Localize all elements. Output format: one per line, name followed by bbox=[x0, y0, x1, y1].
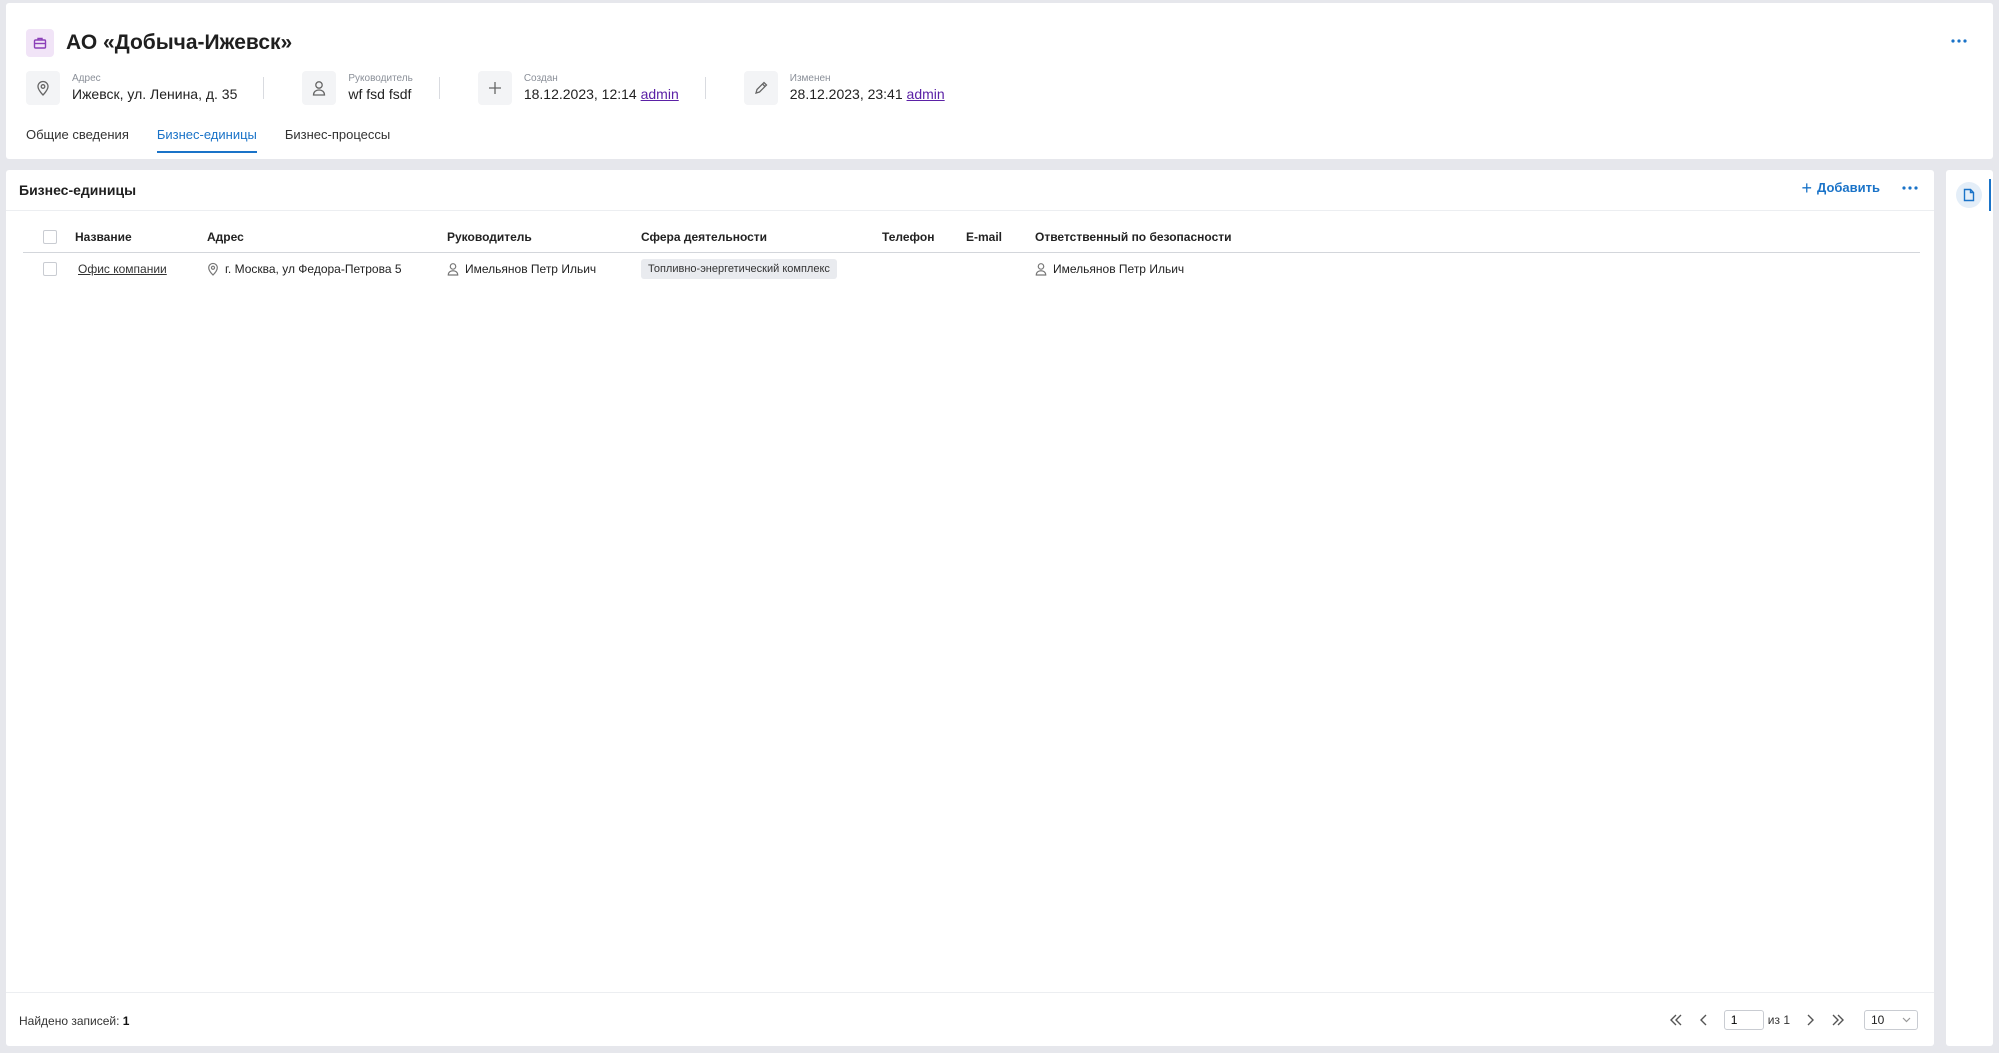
unit-manager: Имельянов Петр Ильич bbox=[465, 262, 597, 277]
select-all-cell bbox=[23, 222, 75, 253]
meta-divider bbox=[263, 77, 265, 99]
plus-icon: + bbox=[1801, 177, 1813, 198]
chevron-down-icon bbox=[1902, 1017, 1911, 1023]
user-icon bbox=[447, 263, 459, 276]
location-pin-icon bbox=[208, 263, 218, 277]
tab-business-units[interactable]: Бизнес-единицы bbox=[156, 127, 257, 153]
cell-name: Офис компании bbox=[75, 252, 207, 286]
tab-business-processes[interactable]: Бизнес-процессы bbox=[285, 127, 390, 153]
cell-sphere: Топливно-энергетический комплекс bbox=[641, 252, 882, 286]
unit-security-officer: Имельянов Петр Ильич bbox=[1053, 262, 1185, 277]
manager-value: wf fsd fsdf bbox=[348, 86, 412, 102]
sphere-tag: Топливно-энергетический комплекс bbox=[641, 259, 837, 280]
user-icon bbox=[1035, 263, 1047, 276]
created-date: 18.12.2023, 12:14 bbox=[523, 86, 637, 102]
page-of-label: из 1 bbox=[1767, 1013, 1790, 1027]
add-button-label: Добавить bbox=[1817, 180, 1880, 195]
first-page-icon[interactable] bbox=[1665, 1010, 1687, 1030]
modified-label: Изменен bbox=[789, 73, 831, 84]
page-size-select[interactable]: 10 bbox=[1864, 1010, 1918, 1030]
right-side-rail bbox=[1946, 170, 1993, 1046]
prev-page-icon[interactable] bbox=[1693, 1010, 1715, 1030]
business-units-panel: Бизнес-единицы + Добавить Название Адрес… bbox=[6, 170, 1934, 1046]
location-pin-icon bbox=[26, 71, 60, 105]
meta-divider bbox=[438, 77, 440, 99]
tab-general[interactable]: Общие сведения bbox=[26, 127, 129, 153]
column-header-name[interactable]: Название bbox=[75, 222, 207, 253]
modified-user-link[interactable]: admin bbox=[907, 86, 945, 102]
table-row[interactable]: Офис компании г. Москва, ул Федора-Петро… bbox=[23, 252, 1920, 286]
page-size-value: 10 bbox=[1871, 1013, 1885, 1027]
meta-created: Создан 18.12.2023, 12:14 admin bbox=[477, 71, 679, 105]
entity-header: АО «Добыча-Ижевск» Адрес Ижевск, ул. Лен… bbox=[6, 3, 1993, 159]
cell-phone bbox=[882, 252, 966, 286]
cell-security: Имельянов Петр Ильич bbox=[1035, 252, 1920, 286]
section-toolbar: + Добавить bbox=[1801, 177, 1918, 198]
column-header-manager[interactable]: Руководитель bbox=[447, 222, 641, 253]
footer-divider bbox=[6, 992, 1934, 993]
meta-row: Адрес Ижевск, ул. Ленина, д. 35 Руководи… bbox=[26, 71, 945, 105]
records-found-label: Найдено записей: bbox=[19, 1014, 120, 1028]
created-label: Создан bbox=[523, 73, 558, 84]
unit-name-link[interactable]: Офис компании bbox=[78, 262, 167, 276]
section-title: Бизнес-единицы bbox=[19, 182, 137, 198]
next-page-icon[interactable] bbox=[1799, 1010, 1821, 1030]
table-header-row: Название Адрес Руководитель Сфера деятел… bbox=[23, 222, 1920, 253]
user-icon bbox=[302, 71, 337, 105]
address-label: Адрес bbox=[72, 73, 101, 84]
plus-icon bbox=[477, 71, 512, 105]
add-button[interactable]: + Добавить bbox=[1801, 177, 1880, 198]
modified-date: 28.12.2023, 23:41 bbox=[789, 86, 903, 102]
cell-address: г. Москва, ул Федора-Петрова 5 bbox=[207, 252, 447, 286]
cell-manager: Имельянов Петр Ильич bbox=[447, 252, 641, 286]
records-found-count: 1 bbox=[122, 1014, 130, 1028]
created-user-link[interactable]: admin bbox=[641, 86, 679, 102]
meta-address: Адрес Ижевск, ул. Ленина, д. 35 bbox=[26, 71, 237, 105]
column-header-security[interactable]: Ответственный по безопасности bbox=[1035, 222, 1920, 253]
row-select-cell bbox=[23, 252, 75, 286]
column-header-phone[interactable]: Телефон bbox=[882, 222, 966, 253]
rail-active-indicator bbox=[1989, 179, 1991, 211]
cell-email bbox=[966, 252, 1035, 286]
column-header-email[interactable]: E-mail bbox=[966, 222, 1035, 253]
pencil-icon bbox=[743, 71, 778, 105]
records-found: Найдено записей: 1 bbox=[19, 1014, 129, 1028]
address-value: Ижевск, ул. Ленина, д. 35 bbox=[72, 86, 238, 102]
column-header-sphere[interactable]: Сфера деятельности bbox=[641, 222, 882, 253]
manager-label: Руководитель bbox=[348, 73, 413, 84]
row-checkbox[interactable] bbox=[43, 262, 57, 277]
last-page-icon[interactable] bbox=[1827, 1010, 1849, 1030]
page-number-input[interactable] bbox=[1723, 1010, 1764, 1030]
document-icon[interactable] bbox=[1956, 182, 1982, 208]
select-all-checkbox[interactable] bbox=[43, 229, 57, 244]
pagination: из 1 10 bbox=[1662, 1010, 1918, 1030]
section-divider bbox=[6, 210, 1934, 211]
column-header-address[interactable]: Адрес bbox=[207, 222, 447, 253]
unit-address: г. Москва, ул Федора-Петрова 5 bbox=[225, 262, 402, 277]
created-value: 18.12.2023, 12:14 admin bbox=[524, 85, 679, 103]
business-units-table: Название Адрес Руководитель Сфера деятел… bbox=[23, 222, 1920, 286]
meta-modified: Изменен 28.12.2023, 23:41 admin bbox=[743, 71, 945, 105]
page-title: АО «Добыча-Ижевск» bbox=[66, 31, 293, 54]
meta-divider bbox=[704, 77, 706, 99]
tab-bar: Общие сведения Бизнес-единицы Бизнес-про… bbox=[26, 127, 418, 153]
meta-manager: Руководитель wf fsd fsdf bbox=[302, 71, 413, 105]
more-icon[interactable] bbox=[1902, 185, 1918, 190]
title-row: АО «Добыча-Ижевск» bbox=[26, 29, 292, 57]
modified-value: 28.12.2023, 23:41 admin bbox=[790, 85, 945, 103]
briefcase-icon bbox=[26, 29, 54, 57]
header-more-icon[interactable] bbox=[1945, 29, 1973, 53]
